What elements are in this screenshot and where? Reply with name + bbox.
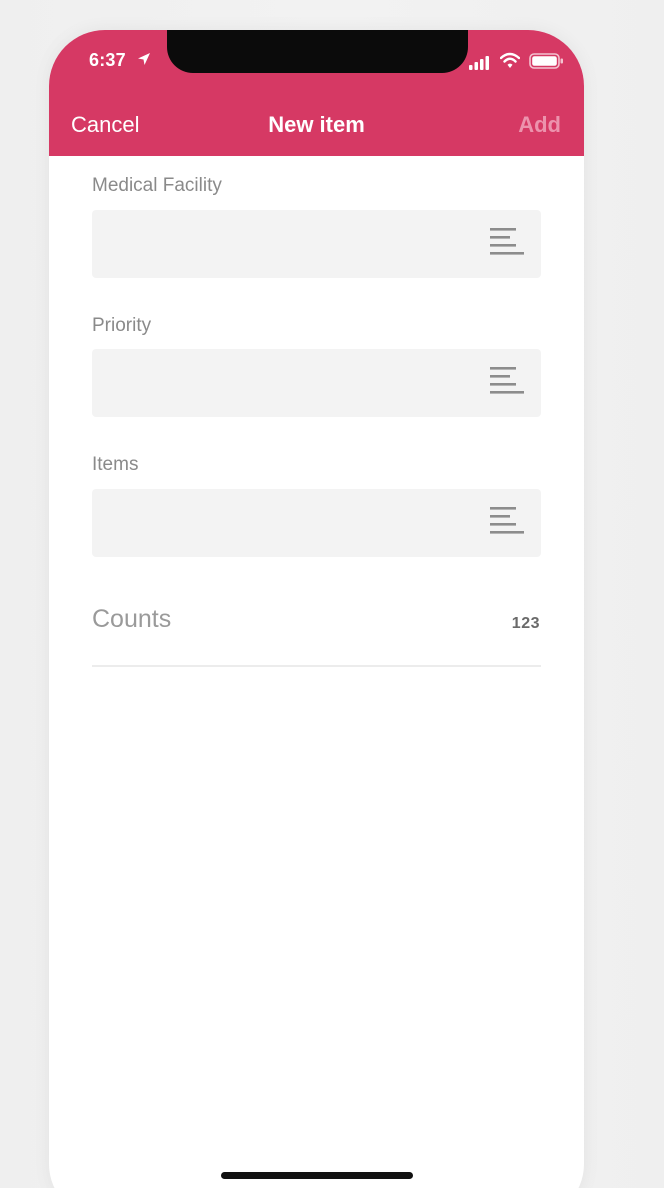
items-label: Items [92,454,139,475]
location-arrow-icon [138,53,150,65]
device-notch [167,30,468,73]
phone-frame: 6:37 Cancel New item Add Medical Facilit… [49,30,584,1188]
counts-input[interactable]: Counts [92,605,171,634]
counts-keyboard-type: 123 [511,615,540,632]
priority-picker[interactable] [92,349,541,417]
cancel-button[interactable]: Cancel [71,112,139,138]
list-icon [490,367,524,394]
screen-background: 6:37 Cancel New item Add Medical Facilit… [0,0,664,1188]
medical-facility-picker[interactable] [92,210,541,278]
counts-underline [92,665,541,667]
priority-label: Priority [92,315,152,336]
items-picker[interactable] [92,489,541,557]
status-time: 6:37 [89,50,126,70]
add-button[interactable]: Add [518,112,561,138]
battery-icon [529,53,563,69]
wifi-icon [500,52,520,68]
list-icon [490,228,524,255]
medical-facility-label: Medical Facility [92,175,222,196]
home-indicator [221,1172,413,1179]
app-header: 6:37 Cancel New item Add [49,30,584,156]
signal-icon [469,56,489,70]
list-icon [490,507,524,534]
